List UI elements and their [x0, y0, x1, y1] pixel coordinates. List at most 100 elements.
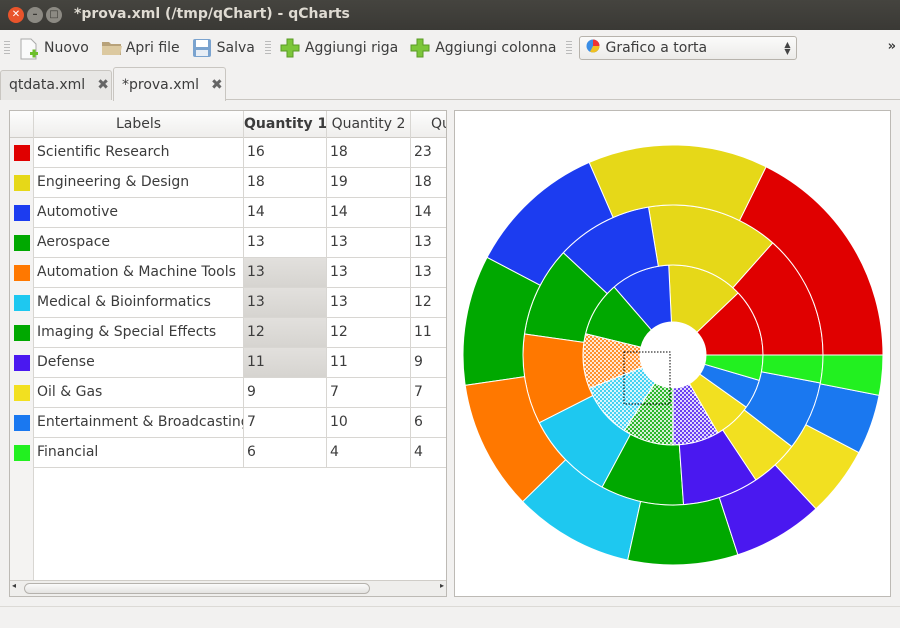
open-file-label: Apri file	[125, 40, 180, 56]
plus-icon	[280, 38, 300, 58]
color-swatch[interactable]	[14, 265, 30, 281]
new-label: Nuovo	[44, 40, 89, 56]
chart-type-value: Grafico a torta	[605, 40, 708, 56]
maximize-window-button[interactable]: □	[46, 7, 62, 23]
quantity-1-cell[interactable]: 13	[244, 228, 327, 258]
quantity-2-cell[interactable]: 13	[327, 288, 411, 318]
add-column-button[interactable]: Aggiungi colonna	[404, 33, 562, 63]
scrollbar-thumb[interactable]	[24, 583, 370, 594]
quantity-1-cell[interactable]: 13	[244, 258, 327, 288]
new-button[interactable]: Nuovo	[13, 33, 95, 63]
label-cell[interactable]: Automation & Machine Tools	[34, 258, 244, 288]
new-file-icon	[19, 38, 39, 60]
quantity-2-cell[interactable]: 10	[327, 408, 411, 438]
quantity-2-cell[interactable]: 11	[327, 348, 411, 378]
quantity-2-cell[interactable]: 12	[327, 318, 411, 348]
data-table: Labels Quantity 1 Quantity 2 Quantity 3 …	[9, 110, 447, 597]
quantity-1-cell[interactable]: 16	[244, 138, 327, 168]
label-cell[interactable]: Imaging & Special Effects	[34, 318, 244, 348]
color-swatch[interactable]	[14, 295, 30, 311]
column-header-labels[interactable]: Labels	[34, 111, 244, 138]
pie-slice-3-imaging-special-effects[interactable]	[627, 497, 739, 566]
document-tabs: qtdata.xml ✖ *prova.xml ✖	[0, 66, 900, 101]
quantity-2-cell[interactable]: 18	[327, 138, 411, 168]
quantity-2-cell[interactable]: 13	[327, 228, 411, 258]
quantity-2-cell[interactable]: 19	[327, 168, 411, 198]
quantity-1-cell[interactable]: 7	[244, 408, 327, 438]
close-tab-icon[interactable]: ✖	[97, 77, 109, 94]
tab-prova[interactable]: *prova.xml ✖	[113, 67, 226, 101]
quantity-1-cell[interactable]: 11	[244, 348, 327, 378]
quantity-1-cell[interactable]: 6	[244, 438, 327, 468]
title-bar: ✕ – □ *prova.xml (/tmp/qChart) - qCharts	[0, 0, 900, 30]
label-cell[interactable]: Engineering & Design	[34, 168, 244, 198]
label-cell[interactable]: Financial	[34, 438, 244, 468]
plus-icon	[410, 38, 430, 58]
quantity-2-cell[interactable]: 7	[327, 378, 411, 408]
label-cell[interactable]: Defense	[34, 348, 244, 378]
quantity-3-cell[interactable]: 14	[411, 198, 446, 228]
column-header-quantity-1[interactable]: Quantity 1	[244, 111, 327, 138]
color-swatch[interactable]	[14, 205, 30, 221]
color-swatch[interactable]	[14, 355, 30, 371]
close-window-button[interactable]: ✕	[8, 7, 24, 23]
toolbar-grip[interactable]	[566, 41, 573, 55]
color-swatch[interactable]	[14, 325, 30, 341]
color-swatch[interactable]	[14, 235, 30, 251]
color-swatch[interactable]	[14, 175, 30, 191]
label-cell[interactable]: Scientific Research	[34, 138, 244, 168]
tab-label: qtdata.xml	[9, 77, 86, 93]
quantity-2-cell[interactable]: 13	[327, 258, 411, 288]
quantity-1-cell[interactable]: 18	[244, 168, 327, 198]
quantity-3-cell[interactable]: 4	[411, 438, 446, 468]
tab-divider	[226, 99, 900, 100]
column-header-quantity-3[interactable]: Quantity 3	[411, 111, 446, 138]
color-swatch[interactable]	[14, 385, 30, 401]
window-title: *prova.xml (/tmp/qChart) - qCharts	[74, 6, 350, 22]
quantity-1-cell[interactable]: 12	[244, 318, 327, 348]
save-button[interactable]: Salva	[186, 33, 261, 63]
quantity-3-cell[interactable]: 9	[411, 348, 446, 378]
close-tab-icon[interactable]: ✖	[211, 77, 223, 95]
quantity-1-cell[interactable]: 9	[244, 378, 327, 408]
quantity-2-cell[interactable]: 14	[327, 198, 411, 228]
quantity-3-cell[interactable]: 13	[411, 258, 446, 288]
folder-icon	[101, 38, 122, 58]
table-header: Labels Quantity 1 Quantity 2 Quantity 3	[10, 111, 446, 138]
corner-button[interactable]	[10, 111, 34, 138]
quantity-3-cell[interactable]: 7	[411, 378, 446, 408]
label-cell[interactable]: Entertainment & Broadcasting	[34, 408, 244, 438]
add-column-label: Aggiungi colonna	[435, 40, 557, 56]
quantity-3-cell[interactable]: 23	[411, 138, 446, 168]
label-cell[interactable]: Oil & Gas	[34, 378, 244, 408]
scroll-left-icon[interactable]: ◂	[12, 581, 16, 590]
color-swatch[interactable]	[14, 415, 30, 431]
nested-pie-chart[interactable]	[455, 111, 890, 596]
horizontal-scrollbar[interactable]: ◂ ▸	[10, 580, 446, 596]
quantity-3-cell[interactable]: 12	[411, 288, 446, 318]
label-cell[interactable]: Medical & Bioinformatics	[34, 288, 244, 318]
open-file-button[interactable]: Apri file	[95, 33, 186, 63]
quantity-3-cell[interactable]: 11	[411, 318, 446, 348]
tab-qtdata[interactable]: qtdata.xml ✖	[0, 70, 112, 100]
floppy-disk-icon	[192, 38, 212, 58]
toolbar-grip[interactable]	[264, 41, 271, 55]
quantity-1-cell[interactable]: 13	[244, 288, 327, 318]
quantity-3-cell[interactable]: 13	[411, 228, 446, 258]
label-cell[interactable]: Aerospace	[34, 228, 244, 258]
add-row-button[interactable]: Aggiungi riga	[274, 33, 404, 63]
quantity-3-cell[interactable]: 18	[411, 168, 446, 198]
column-header-quantity-2[interactable]: Quantity 2	[327, 111, 411, 138]
quantity-1-cell[interactable]: 14	[244, 198, 327, 228]
chart-type-select[interactable]: Grafico a torta ▲ ▼	[579, 36, 798, 60]
scroll-right-icon[interactable]: ▸	[440, 581, 444, 590]
minimize-window-button[interactable]: –	[27, 7, 43, 23]
add-row-label: Aggiungi riga	[304, 40, 399, 56]
label-cell[interactable]: Automotive	[34, 198, 244, 228]
toolbar-grip[interactable]	[4, 41, 10, 55]
color-swatch[interactable]	[14, 445, 30, 461]
toolbar-overflow-button[interactable]: »	[888, 39, 896, 54]
quantity-2-cell[interactable]: 4	[327, 438, 411, 468]
color-swatch[interactable]	[14, 145, 30, 161]
quantity-3-cell[interactable]: 6	[411, 408, 446, 438]
